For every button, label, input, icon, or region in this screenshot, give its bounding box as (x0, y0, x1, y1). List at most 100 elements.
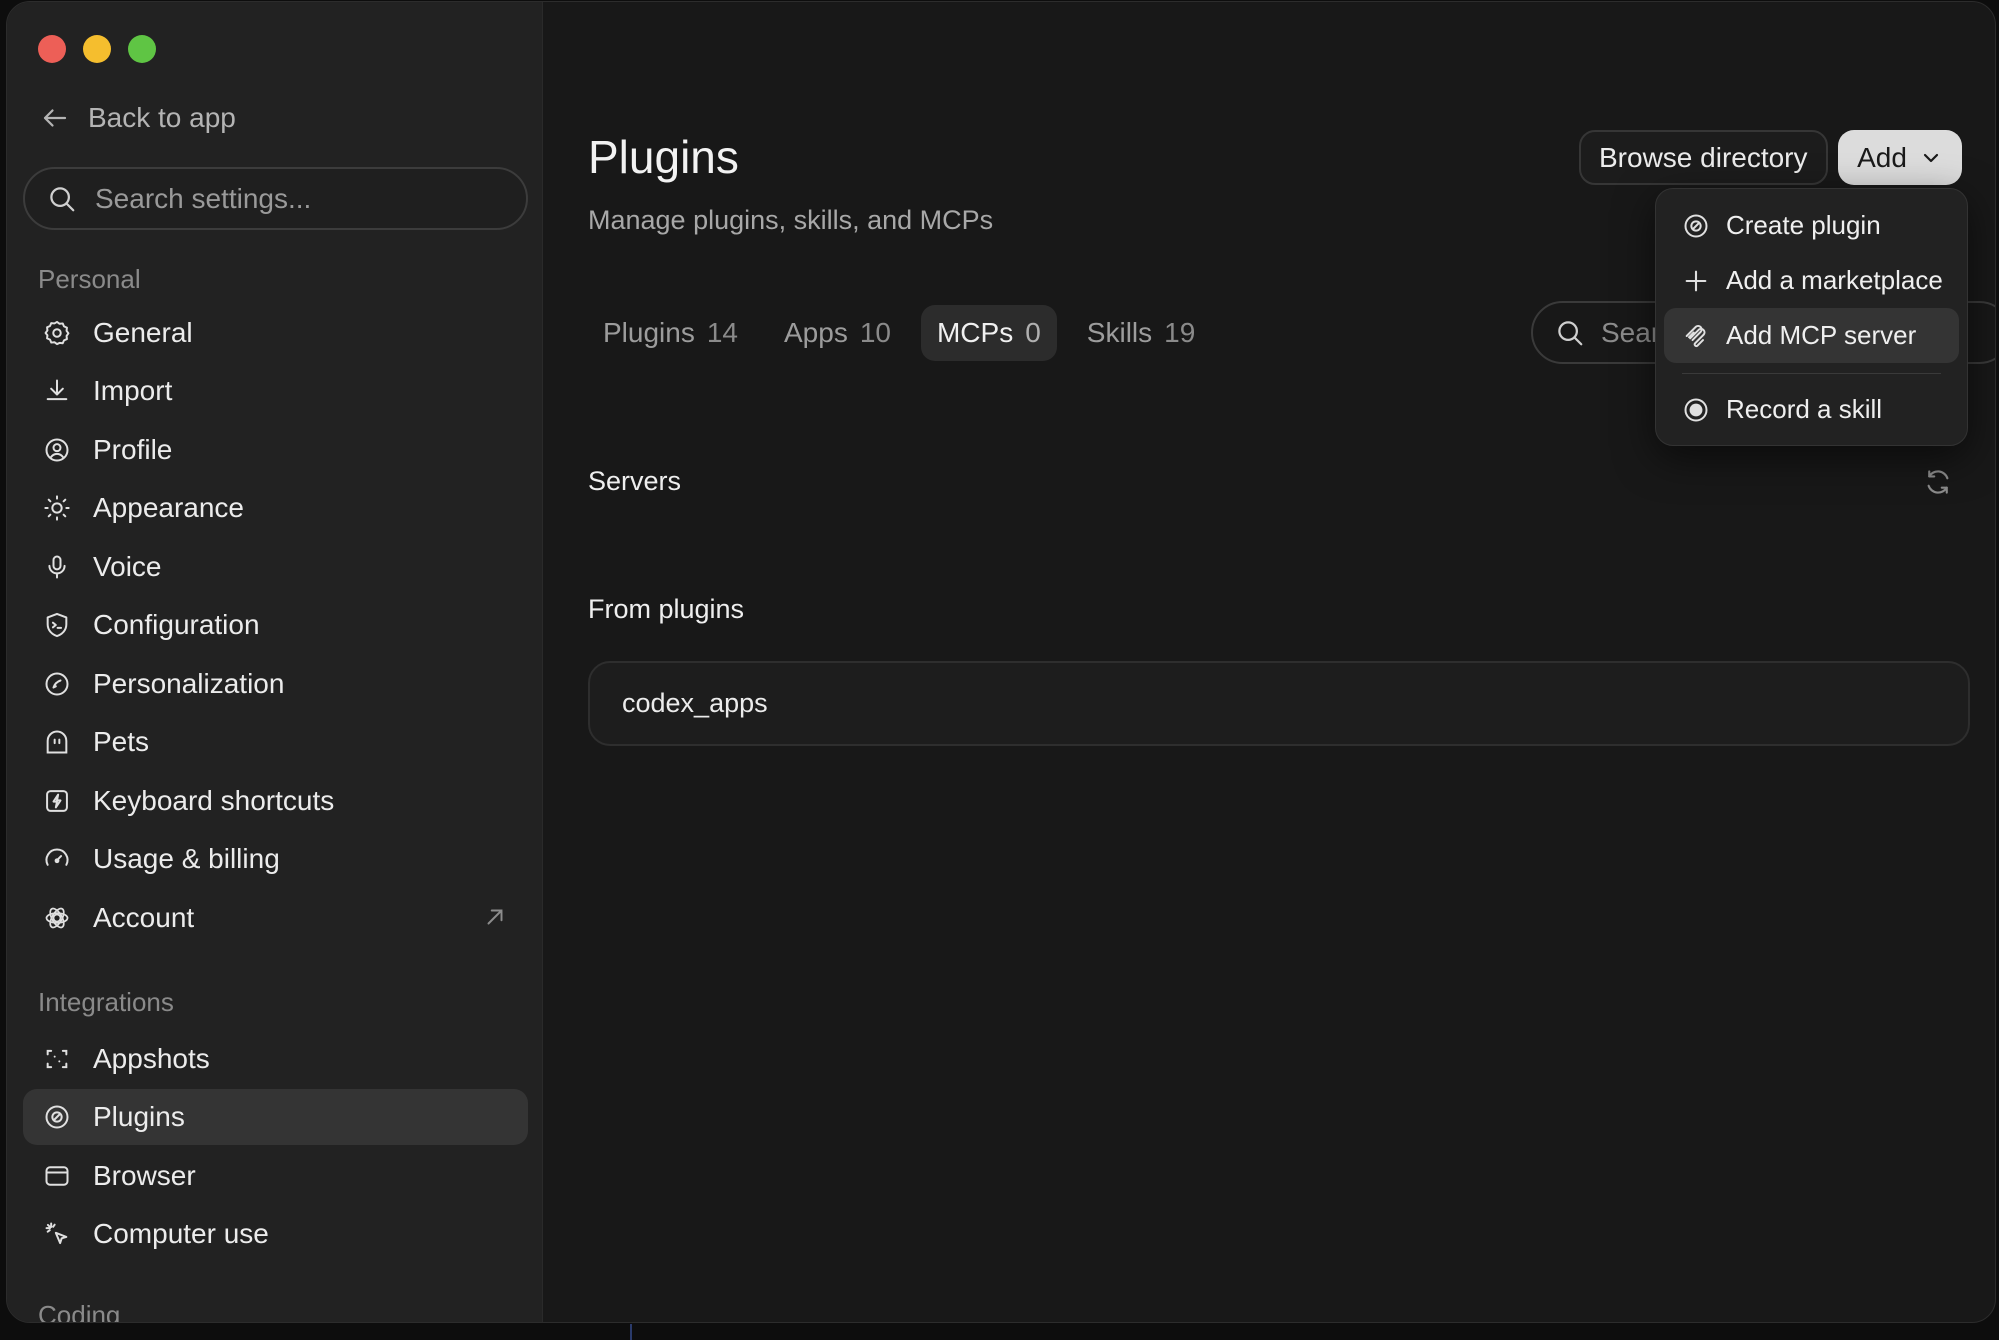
refresh-icon[interactable] (1923, 467, 1953, 497)
tab-label: MCPs (936, 317, 1014, 348)
sidebar-item-label: Keyboard shortcuts (93, 785, 335, 816)
tab-count: 0 (1025, 317, 1041, 348)
sidebar-item-label: Computer use (93, 1218, 269, 1249)
terminal-shield-icon (43, 611, 71, 639)
sidebar: Back to app Personal General Import Prof… (7, 2, 543, 1322)
record-icon (1682, 396, 1710, 424)
desktop-strip (0, 1324, 1999, 1340)
sidebar-item-general[interactable]: General (23, 305, 528, 361)
menu-divider (1682, 373, 1941, 374)
add-button-label: Add (1857, 141, 1907, 173)
external-link-icon (487, 909, 503, 925)
arrow-left-icon (43, 109, 67, 127)
sidebar-item-label: General (93, 317, 193, 348)
settings-search-input[interactable] (95, 182, 495, 215)
tab-label: Skills (1086, 317, 1153, 348)
menu-item-add-mcp-server[interactable]: Add MCP server (1664, 308, 1959, 363)
tab-label: Plugins (603, 317, 695, 348)
add-dropdown-menu: Create plugin Add a marketplace Add MCP … (1655, 188, 1968, 446)
sidebar-item-import[interactable]: Import (23, 363, 528, 419)
browse-directory-button[interactable]: Browse directory (1579, 130, 1828, 185)
sidebar-item-appshots[interactable]: Appshots (23, 1031, 528, 1087)
sidebar-item-label: Voice (93, 551, 162, 582)
tab-count: 10 (859, 317, 891, 348)
menu-item-label: Add a marketplace (1726, 265, 1943, 295)
sidebar-item-appearance[interactable]: Appearance (23, 480, 528, 536)
zoom-window-button[interactable] (128, 35, 156, 63)
settings-search[interactable] (23, 167, 528, 230)
pet-icon (43, 728, 71, 756)
openai-logo-icon (43, 904, 71, 932)
section-label-coding: Coding (38, 1300, 121, 1323)
tab-skills[interactable]: Skills 19 (1071, 305, 1212, 361)
back-to-app-link[interactable]: Back to app (40, 102, 236, 134)
bolt-square-icon (43, 787, 71, 815)
sidebar-item-label: Appshots (93, 1043, 210, 1074)
sidebar-item-pets[interactable]: Pets (23, 714, 528, 770)
menu-item-label: Add MCP server (1726, 320, 1917, 350)
plus-icon (1682, 267, 1710, 295)
servers-heading: Servers (588, 466, 682, 496)
sidebar-item-label: Plugins (93, 1101, 185, 1132)
menu-item-add-marketplace[interactable]: Add a marketplace (1664, 253, 1959, 308)
background-divider (630, 1324, 632, 1340)
sidebar-item-plugins[interactable]: Plugins (23, 1089, 528, 1145)
cursor-click-icon (43, 1220, 71, 1248)
sidebar-item-computer-use[interactable]: Computer use (23, 1206, 528, 1262)
gear-icon (43, 319, 71, 347)
sidebar-item-label: Account (93, 902, 195, 933)
minimize-window-button[interactable] (83, 35, 111, 63)
page-subtitle: Manage plugins, skills, and MCPs (588, 205, 994, 235)
microphone-icon (43, 553, 71, 581)
sidebar-item-browser[interactable]: Browser (23, 1148, 528, 1204)
tab-count: 14 (706, 317, 738, 348)
sidebar-item-usage-billing[interactable]: Usage & billing (23, 831, 528, 887)
search-icon (1558, 320, 1583, 345)
section-label-personal: Personal (38, 264, 141, 294)
plugin-icon (1682, 212, 1710, 240)
sidebar-item-voice[interactable]: Voice (23, 539, 528, 595)
sidebar-item-account[interactable]: Account (23, 890, 528, 946)
sidebar-item-configuration[interactable]: Configuration (23, 597, 528, 653)
tab-mcps[interactable]: MCPs 0 (920, 305, 1057, 361)
sidebar-item-label: Profile (93, 434, 173, 465)
server-card-codex-apps[interactable]: codex_apps (588, 661, 1970, 746)
tab-apps[interactable]: Apps 10 (768, 305, 907, 361)
section-label-integrations: Integrations (38, 987, 174, 1017)
plugin-tabs: Plugins 14 Apps 10 MCPs 0 Skills 19 (587, 305, 1211, 361)
menu-item-label: Create plugin (1726, 210, 1881, 240)
user-circle-icon (43, 436, 71, 464)
personalization-icon (43, 670, 71, 698)
sidebar-item-personalization[interactable]: Personalization (23, 656, 528, 712)
menu-item-record-skill[interactable]: Record a skill (1664, 382, 1959, 437)
server-name: codex_apps (622, 688, 768, 718)
menu-item-create-plugin[interactable]: Create plugin (1664, 198, 1959, 253)
sidebar-item-keyboard-shortcuts[interactable]: Keyboard shortcuts (23, 773, 528, 829)
from-plugins-heading: From plugins (588, 594, 745, 624)
tab-plugins[interactable]: Plugins 14 (587, 305, 754, 361)
gauge-icon (43, 845, 71, 873)
sidebar-item-label: Browser (93, 1160, 196, 1191)
tab-label: Apps (784, 317, 848, 348)
chevron-down-icon (1923, 153, 1939, 162)
sidebar-item-label: Personalization (93, 668, 285, 699)
menu-item-label: Record a skill (1726, 394, 1883, 424)
page-title: Plugins (588, 131, 739, 183)
sidebar-item-label: Usage & billing (93, 843, 280, 874)
settings-window: Back to app Personal General Import Prof… (6, 1, 1996, 1323)
sidebar-item-label: Import (93, 375, 173, 406)
sidebar-item-label: Configuration (93, 609, 260, 640)
plugin-icon (43, 1103, 71, 1131)
mcp-icon (1682, 322, 1710, 350)
sidebar-item-label: Pets (93, 726, 150, 757)
add-button[interactable]: Add (1838, 130, 1962, 185)
sidebar-item-profile[interactable]: Profile (23, 422, 528, 478)
close-window-button[interactable] (38, 35, 66, 63)
search-icon (50, 186, 75, 211)
browser-window-icon (43, 1162, 71, 1190)
back-to-app-label: Back to app (88, 102, 236, 133)
window-controls (38, 35, 156, 63)
tab-count: 19 (1164, 317, 1196, 348)
sidebar-item-label: Appearance (93, 492, 245, 523)
sun-icon (43, 494, 71, 522)
